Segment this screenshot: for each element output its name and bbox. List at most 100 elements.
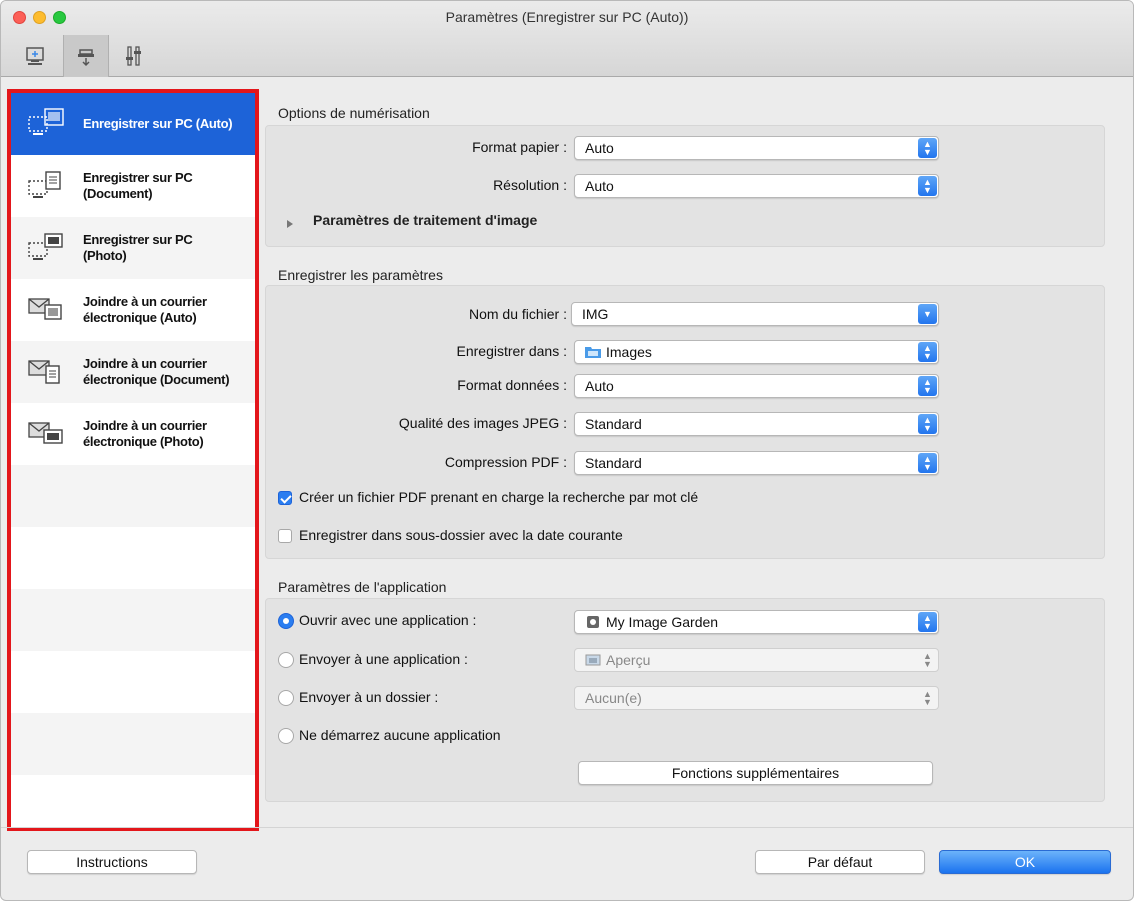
sidebar-item-label-2: (Photo) <box>83 248 127 263</box>
keyword-search-pdf-label: Créer un fichier PDF prenant en charge l… <box>299 489 699 505</box>
attach-email-document-icon <box>28 360 60 384</box>
save-to-pc-photo-icon <box>28 233 63 260</box>
app-settings-title: Paramètres de l'application <box>278 579 447 595</box>
pdf-compression-value: Standard <box>585 455 642 471</box>
sidebar-item-attach-email-photo[interactable]: Joindre à un courrier électronique (Phot… <box>11 403 255 465</box>
settings-window: Paramètres (Enregistrer sur PC (Auto)) E… <box>0 0 1134 901</box>
paper-size-select[interactable]: Auto ▲ ▼ <box>574 136 939 160</box>
jpeg-quality-select[interactable]: Standard ▲ ▼ <box>574 412 939 436</box>
more-functions-button[interactable]: Fonctions supplémentaires <box>578 761 933 785</box>
tab-scan-from-computer[interactable] <box>13 35 59 77</box>
defaults-button[interactable]: Par défaut <box>755 850 925 874</box>
empty-row <box>11 651 255 713</box>
pdf-compression-select[interactable]: Standard ▲ ▼ <box>574 451 939 475</box>
chevron-updown-icon: ▲ ▼ <box>918 342 937 362</box>
attach-email-auto-icon <box>28 298 62 320</box>
save-in-select[interactable]: Images ▲ ▼ <box>574 340 939 364</box>
send-to-folder-radio[interactable] <box>278 690 294 706</box>
chevron-updown-icon: ▲ ▼ <box>918 376 937 396</box>
empty-row <box>11 465 255 527</box>
sidebar-item-label: Joindre à un courrier <box>83 356 207 371</box>
scan-from-operation-panel-icon <box>78 49 94 67</box>
instructions-button[interactable]: Instructions <box>27 850 197 874</box>
resolution-select[interactable]: Auto ▲ ▼ <box>574 174 939 198</box>
jpeg-quality-label: Qualité des images JPEG : <box>398 415 567 431</box>
sidebar-item-label-2: électronique (Auto) <box>83 310 197 325</box>
open-with-app-select[interactable]: My Image Garden ▲ ▼ <box>574 610 939 634</box>
window-title: Paramètres (Enregistrer sur PC (Auto)) <box>445 9 689 25</box>
image-processing-settings-toggle[interactable]: Paramètres de traitement d'image <box>313 212 537 228</box>
chevron-updown-icon: ▲ ▼ <box>923 651 932 669</box>
save-in-value: Images <box>606 344 652 360</box>
no-app-radio[interactable] <box>278 728 294 744</box>
send-to-folder-select[interactable]: Aucun(e) ▲ ▼ <box>574 686 939 710</box>
send-to-app-select[interactable]: Aperçu ▲ ▼ <box>574 648 939 672</box>
date-subfolder-label: Enregistrer dans sous-dossier avec la da… <box>299 527 623 543</box>
resolution-label: Résolution : <box>493 177 567 193</box>
chevron-updown-icon: ▲ ▼ <box>918 138 937 158</box>
disclosure-triangle-icon[interactable] <box>287 220 293 228</box>
sidebar-item-label: Joindre à un courrier <box>83 294 207 309</box>
chevron-updown-icon: ▲ ▼ <box>918 453 937 473</box>
chevron-down-icon: ▼ <box>918 304 937 324</box>
pdf-compression-label: Compression PDF : <box>444 454 567 470</box>
scan-from-computer-icon <box>26 47 44 65</box>
sidebar-item-attach-email-document[interactable]: Joindre à un courrier électronique (Docu… <box>11 341 255 403</box>
sidebar-item-label: Enregistrer sur PC <box>83 232 193 247</box>
send-to-app-value: Aperçu <box>606 652 651 668</box>
data-format-label: Format données : <box>457 377 567 393</box>
scan-mode-list: Enregistrer sur PC (Auto) Enregistrer su… <box>7 89 259 831</box>
app-icon <box>585 612 601 628</box>
save-to-pc-auto-icon <box>28 108 64 135</box>
chevron-updown-icon: ▲ ▼ <box>918 612 937 632</box>
tab-scan-from-operation-panel[interactable] <box>63 35 109 77</box>
open-with-app-label: Ouvrir avec une application : <box>299 612 477 628</box>
tab-general-settings[interactable] <box>111 35 157 77</box>
sidebar-item-label: Enregistrer sur PC (Auto) <box>83 116 233 131</box>
chevron-updown-icon: ▲ ▼ <box>918 414 937 434</box>
data-format-value: Auto <box>585 378 614 394</box>
attach-email-photo-icon <box>28 422 63 444</box>
chevron-updown-icon: ▲ ▼ <box>923 689 932 707</box>
general-settings-icon <box>126 46 141 66</box>
file-name-label: Nom du fichier : <box>468 306 567 322</box>
preview-app-icon <box>585 650 601 666</box>
title-bar: Paramètres (Enregistrer sur PC (Auto)) <box>1 1 1133 77</box>
save-in-label: Enregistrer dans : <box>456 343 568 359</box>
send-to-folder-value: Aucun(e) <box>585 690 642 706</box>
save-to-pc-document-icon <box>28 171 61 198</box>
empty-row <box>11 713 255 775</box>
paper-size-label: Format papier : <box>472 139 567 155</box>
file-name-value: IMG <box>582 306 609 322</box>
send-to-app-radio[interactable] <box>278 652 294 668</box>
sidebar-item-save-to-pc-document[interactable]: Enregistrer sur PC (Document) <box>11 155 255 217</box>
sidebar-item-label: Enregistrer sur PC <box>83 170 193 185</box>
save-settings-title: Enregistrer les paramètres <box>278 267 443 283</box>
send-to-folder-label: Envoyer à un dossier : <box>299 689 439 705</box>
sidebar-item-attach-email-auto[interactable]: Joindre à un courrier électronique (Auto… <box>11 279 255 341</box>
sidebar-item-label: Joindre à un courrier <box>83 418 207 433</box>
file-name-combobox[interactable]: IMG ▼ <box>571 302 939 326</box>
sidebar-item-label-2: électronique (Document) <box>83 372 230 387</box>
paper-size-value: Auto <box>585 140 614 156</box>
jpeg-quality-value: Standard <box>585 416 642 432</box>
sidebar-item-save-to-pc-photo[interactable]: Enregistrer sur PC (Photo) <box>11 217 255 279</box>
keyword-search-pdf-checkbox[interactable] <box>278 491 292 505</box>
date-subfolder-checkbox[interactable] <box>278 529 292 543</box>
data-format-select[interactable]: Auto ▲ ▼ <box>574 374 939 398</box>
ok-button[interactable]: OK <box>939 850 1111 874</box>
empty-row <box>11 775 255 827</box>
open-with-app-value: My Image Garden <box>606 614 719 630</box>
sidebar-item-label-2: (Document) <box>83 186 153 201</box>
scan-options-title: Options de numérisation <box>278 105 430 121</box>
folder-icon <box>585 342 601 358</box>
send-to-app-label: Envoyer à une application : <box>299 651 468 667</box>
chevron-updown-icon: ▲ ▼ <box>918 176 937 196</box>
no-app-label: Ne démarrez aucune application <box>299 727 501 743</box>
empty-row <box>11 589 255 651</box>
open-with-app-radio[interactable] <box>278 613 294 629</box>
sidebar-item-save-to-pc-auto[interactable]: Enregistrer sur PC (Auto) <box>11 93 255 155</box>
resolution-value: Auto <box>585 178 614 194</box>
footer-divider <box>1 827 1133 828</box>
sidebar-item-label-2: électronique (Photo) <box>83 434 204 449</box>
